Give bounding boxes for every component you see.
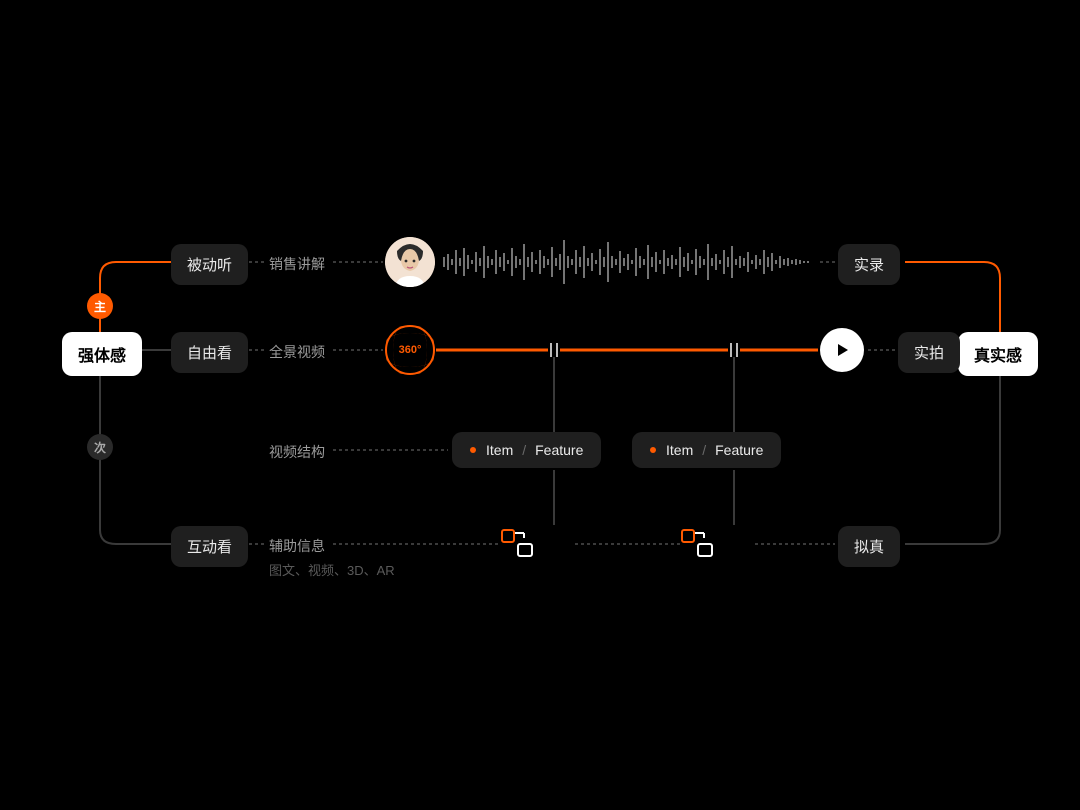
popup-window-icon <box>680 528 716 556</box>
row-top-connector-label: 销售讲解 <box>269 254 325 274</box>
row-bottom-connector-label: 辅助信息 <box>269 536 325 556</box>
feature-card-1: Item / Feature <box>452 432 601 468</box>
badge-primary-icon: 主 <box>87 293 113 319</box>
row-bottom-left-pill: 互动看 <box>171 526 248 567</box>
right-anchor: 真实感 <box>958 332 1038 376</box>
structure-label: 视频结构 <box>269 442 325 462</box>
feature-item-text: Item <box>666 442 693 458</box>
row-mid-connector-label: 全景视频 <box>269 342 325 362</box>
avatar-icon <box>385 237 435 287</box>
row-mid-right-pill: 实拍 <box>898 332 960 373</box>
row-top-right-pill: 实录 <box>838 244 900 285</box>
sphere-360-icon: 360° <box>385 325 435 375</box>
slash-separator: / <box>702 442 706 458</box>
row-top-left-pill: 被动听 <box>171 244 248 285</box>
row-bottom-right-pill: 拟真 <box>838 526 900 567</box>
feature-feature-text: Feature <box>715 442 763 458</box>
bullet-icon <box>470 447 476 453</box>
popup-window-icon <box>500 528 536 556</box>
row-bottom-subnote: 图文、视频、3D、AR <box>269 560 395 579</box>
left-anchor: 强体感 <box>62 332 142 376</box>
play-icon[interactable] <box>820 328 864 372</box>
feature-item-text: Item <box>486 442 513 458</box>
bullet-icon <box>650 447 656 453</box>
feature-card-2: Item / Feature <box>632 432 781 468</box>
feature-feature-text: Feature <box>535 442 583 458</box>
row-mid-left-pill: 自由看 <box>171 332 248 373</box>
slash-separator: / <box>522 442 526 458</box>
badge-secondary-icon: 次 <box>87 434 113 460</box>
